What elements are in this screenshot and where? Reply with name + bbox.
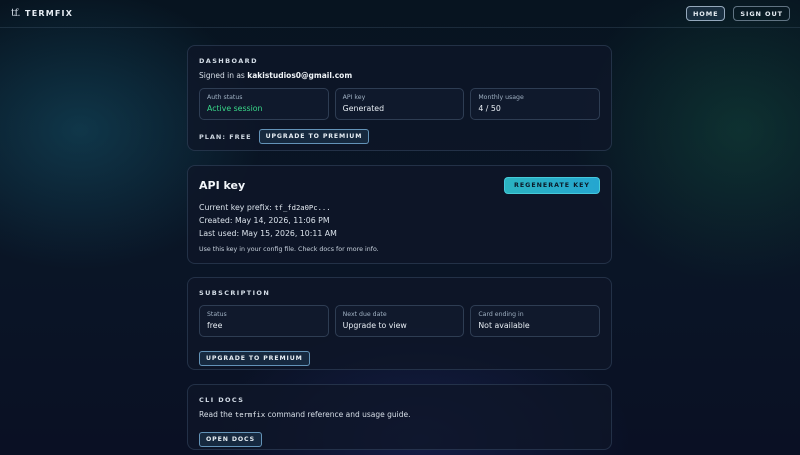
stat-label: Status [207, 311, 227, 318]
stat-label: Auth status [207, 94, 243, 101]
api-key-card: API key REGENERATE KEY Current key prefi… [187, 165, 612, 264]
stat-label: Monthly usage [478, 94, 524, 101]
nav-actions: HOME SIGN OUT [685, 6, 790, 21]
signed-in-prefix: Signed in as [199, 71, 248, 80]
monthly-usage-value: 4 / 50 [478, 104, 501, 113]
brand[interactable]: tf. TERMFIX [11, 8, 73, 19]
api-key-hint: Use this key in your config file. Check … [199, 246, 379, 253]
subscription-heading: SUBSCRIPTION [199, 289, 271, 297]
home-button[interactable]: HOME [685, 6, 726, 21]
open-docs-button[interactable]: OPEN DOCS [199, 432, 262, 447]
dashboard-card: DASHBOARD Signed in as kakistudios0@gmai… [187, 45, 612, 151]
stat-label: Next due date [342, 311, 387, 318]
subscription-status-tile: Status free [199, 305, 329, 337]
cli-docs-card: CLI DOCS Read the termfix command refere… [187, 384, 612, 450]
cli-docs-text-before: Read the [199, 410, 235, 419]
key-prefix-line: Current key prefix: tf_fd2a0Pc... [199, 203, 600, 212]
subscription-card: SUBSCRIPTION Status free Next due date U… [187, 277, 612, 370]
api-key-status-value: Generated [342, 104, 385, 113]
card-ending-value: Not available [478, 321, 530, 330]
cli-command-name: termfix [234, 410, 266, 419]
cli-docs-actions: OPEN DOCS [199, 426, 600, 447]
key-created-date: Created: May 14, 2026, 11:06 PM [199, 216, 330, 225]
cli-docs-description: Read the termfix command reference and u… [199, 410, 600, 419]
api-key-title: API key [199, 179, 246, 192]
next-due-date-value: Upgrade to view [342, 321, 407, 330]
api-key-header: API key REGENERATE KEY [199, 177, 600, 194]
upgrade-to-premium-button[interactable]: UPGRADE TO PREMIUM [258, 129, 370, 144]
regenerate-key-button[interactable]: REGENERATE KEY [504, 177, 600, 194]
plan-row: PLAN: FREE UPGRADE TO PREMIUM [199, 129, 600, 144]
subscription-stats: Status free Next due date Upgrade to vie… [199, 305, 601, 337]
stat-label: Card ending in [478, 311, 524, 318]
monthly-usage-tile: Monthly usage 4 / 50 [470, 88, 601, 120]
user-email: kakistudios0@gmail.com [247, 71, 353, 80]
dashboard-stats: Auth status Active session API key Gener… [199, 88, 601, 120]
next-due-date-tile: Next due date Upgrade to view [334, 305, 465, 337]
key-prefix-value: tf_fd2a0Pc... [274, 203, 331, 212]
card-ending-tile: Card ending in Not available [470, 305, 601, 337]
cli-docs-text-after: command reference and usage guide. [265, 410, 411, 419]
brand-name: TERMFIX [25, 9, 74, 18]
cli-docs-heading: CLI DOCS [199, 396, 245, 404]
key-last-used-date: Last used: May 15, 2026, 10:11 AM [199, 229, 337, 238]
auth-status-tile: Auth status Active session [199, 88, 329, 120]
termfix-logo-icon: tf. [11, 8, 21, 19]
plan-label: PLAN: FREE [199, 132, 252, 141]
signed-in-text: Signed in as kakistudios0@gmail.com [199, 71, 600, 80]
top-navbar: tf. TERMFIX HOME SIGN OUT [0, 0, 800, 28]
api-key-status-tile: API key Generated [334, 88, 465, 120]
stat-label: API key [342, 94, 366, 101]
subscription-actions: UPGRADE TO PREMIUM [199, 345, 600, 366]
auth-status-value: Active session [207, 104, 263, 113]
subscription-status-value: free [207, 321, 223, 330]
sign-out-button[interactable]: SIGN OUT [733, 6, 790, 21]
dashboard-heading: DASHBOARD [199, 57, 258, 65]
key-prefix-label: Current key prefix: [199, 203, 275, 212]
subscription-upgrade-button[interactable]: UPGRADE TO PREMIUM [199, 351, 310, 366]
